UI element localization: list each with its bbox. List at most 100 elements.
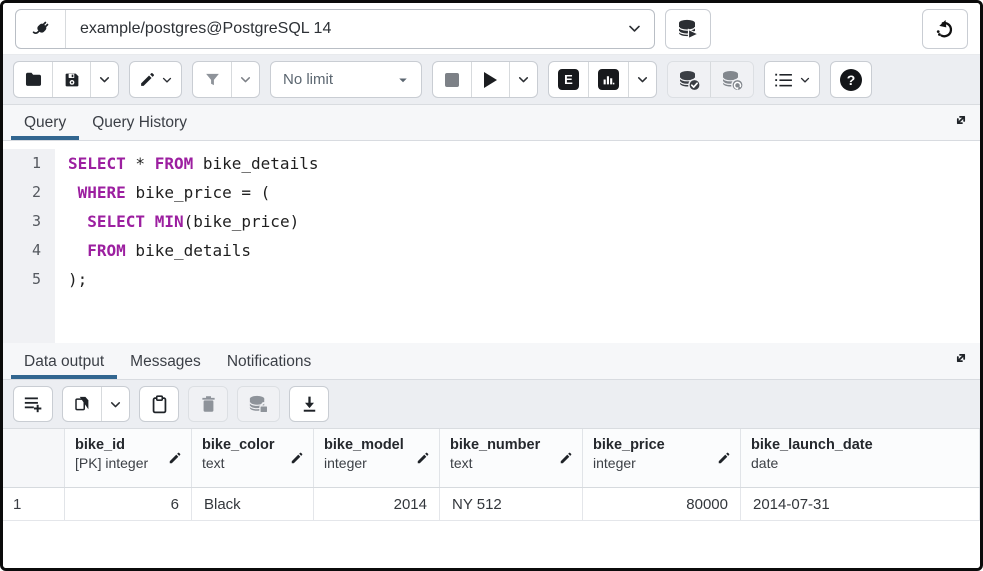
- stop-icon: [445, 73, 459, 87]
- expand-panel-icon: [952, 111, 970, 129]
- edit-icon: [139, 71, 156, 88]
- query-tool-window: example/postgres@PostgreSQL 14: [0, 0, 983, 571]
- line-number: 4: [3, 236, 55, 265]
- dropdown-chevron-icon: [614, 22, 654, 35]
- row-limit-select[interactable]: No limit: [271, 62, 421, 97]
- output-tabbar: Data outputMessagesNotifications: [3, 343, 980, 380]
- save-data-group: [237, 386, 280, 422]
- explain-analyze-button[interactable]: [588, 62, 628, 97]
- transaction-button-group: [667, 61, 754, 98]
- chevron-down-icon: [240, 74, 251, 85]
- chevron-down-icon: [99, 74, 110, 85]
- cell-bike_color[interactable]: Black: [192, 488, 314, 520]
- edit-column-icon: [717, 451, 731, 465]
- line-number: 3: [3, 207, 55, 236]
- execute-button-group: [432, 61, 538, 98]
- explain-options-chevron-button[interactable]: [628, 62, 656, 97]
- stop-button[interactable]: [433, 62, 471, 97]
- chevron-down-icon: [518, 74, 529, 85]
- code-line[interactable]: FROM bike_details: [55, 236, 251, 265]
- download-button[interactable]: [290, 387, 328, 421]
- chevron-down-icon: [800, 75, 810, 85]
- paste-icon: [151, 395, 168, 414]
- edit-button-group: [129, 61, 182, 98]
- grid-header-row: bike_id[PK] integerbike_colortextbike_mo…: [3, 429, 980, 488]
- filter-options-chevron-button[interactable]: [231, 62, 259, 97]
- copy-button[interactable]: [63, 387, 101, 421]
- delete-row-button[interactable]: [189, 387, 227, 421]
- macro-button-group: [764, 61, 820, 98]
- save-options-chevron-button[interactable]: [90, 62, 118, 97]
- macros-button[interactable]: [765, 62, 819, 97]
- paste-group: [139, 386, 179, 422]
- add-row-group: [13, 386, 53, 422]
- line-number: 5: [3, 265, 55, 294]
- tab-query[interactable]: Query: [11, 105, 79, 140]
- row-number-cell[interactable]: 1: [3, 488, 65, 520]
- edit-button[interactable]: [130, 62, 181, 97]
- new-connection-button[interactable]: [665, 9, 711, 49]
- expand-panel-icon: [952, 349, 970, 367]
- edit-column-icon: [416, 451, 430, 465]
- commit-button[interactable]: [668, 62, 710, 97]
- file-button-group: [13, 61, 119, 98]
- help-button-group: ?: [830, 61, 872, 98]
- column-header-bike_number[interactable]: bike_numbertext: [440, 429, 583, 487]
- expand-output-panel-button[interactable]: [952, 349, 970, 367]
- explain-button[interactable]: E: [549, 62, 588, 97]
- cell-bike_launch_date[interactable]: 2014-07-31: [741, 488, 980, 520]
- column-header-bike_color[interactable]: bike_colortext: [192, 429, 314, 487]
- refresh-button[interactable]: [922, 9, 968, 49]
- sql-editor[interactable]: 1SELECT * FROM bike_details2 WHERE bike_…: [3, 141, 980, 343]
- code-line[interactable]: SELECT * FROM bike_details: [55, 149, 318, 178]
- tab-messages[interactable]: Messages: [117, 344, 214, 379]
- chevron-down-icon: [397, 74, 409, 86]
- connection-bar: example/postgres@PostgreSQL 14: [3, 3, 980, 55]
- cell-bike_model[interactable]: 2014: [314, 488, 440, 520]
- help-button[interactable]: ?: [831, 62, 871, 97]
- save-file-button[interactable]: [52, 62, 90, 97]
- delete-row-icon: [200, 395, 217, 413]
- open-file-button[interactable]: [14, 62, 52, 97]
- edit-column-icon: [168, 451, 182, 465]
- row-limit-group: No limit: [270, 61, 422, 98]
- add-row-button[interactable]: [14, 387, 52, 421]
- filter-icon: [204, 71, 221, 88]
- expand-query-panel-button[interactable]: [952, 111, 970, 129]
- rollback-button[interactable]: [710, 62, 753, 97]
- line-number: 2: [3, 178, 55, 207]
- tab-notifications[interactable]: Notifications: [214, 344, 324, 379]
- rollback-icon: [720, 68, 744, 92]
- code-line[interactable]: WHERE bike_price = (: [55, 178, 270, 207]
- tab-data-output[interactable]: Data output: [11, 344, 117, 379]
- execute-options-chevron-button[interactable]: [509, 62, 537, 97]
- column-header-bike_launch_date[interactable]: bike_launch_datedate: [741, 429, 980, 487]
- chevron-down-icon: [162, 75, 172, 85]
- explain-analyze-icon: [598, 69, 619, 90]
- connection-select[interactable]: example/postgres@PostgreSQL 14: [15, 9, 655, 49]
- grid-body: 16Black2014NY 512800002014-07-31: [3, 488, 980, 521]
- cell-bike_number[interactable]: NY 512: [440, 488, 583, 520]
- save-file-icon: [63, 71, 81, 89]
- cell-bike_id[interactable]: 6: [65, 488, 192, 520]
- edit-column-icon: [559, 451, 573, 465]
- cell-bike_price[interactable]: 80000: [583, 488, 741, 520]
- copy-options-chevron-button[interactable]: [101, 387, 129, 421]
- save-data-button[interactable]: [238, 387, 279, 421]
- column-header-bike_price[interactable]: bike_priceinteger: [583, 429, 741, 487]
- grid-corner-cell[interactable]: [3, 429, 65, 487]
- execute-button[interactable]: [471, 62, 509, 97]
- column-header-bike_id[interactable]: bike_id[PK] integer: [65, 429, 192, 487]
- new-connection-icon: [676, 17, 700, 41]
- tab-query-history[interactable]: Query History: [79, 105, 200, 140]
- chevron-down-icon: [110, 399, 121, 410]
- paste-button[interactable]: [140, 387, 178, 421]
- filter-button[interactable]: [193, 62, 231, 97]
- code-line[interactable]: );: [55, 265, 87, 294]
- download-group: [289, 386, 329, 422]
- copy-group: [62, 386, 130, 422]
- column-header-bike_model[interactable]: bike_modelinteger: [314, 429, 440, 487]
- code-line[interactable]: SELECT MIN(bike_price): [55, 207, 299, 236]
- macros-icon: [774, 71, 794, 89]
- add-row-icon: [23, 395, 43, 413]
